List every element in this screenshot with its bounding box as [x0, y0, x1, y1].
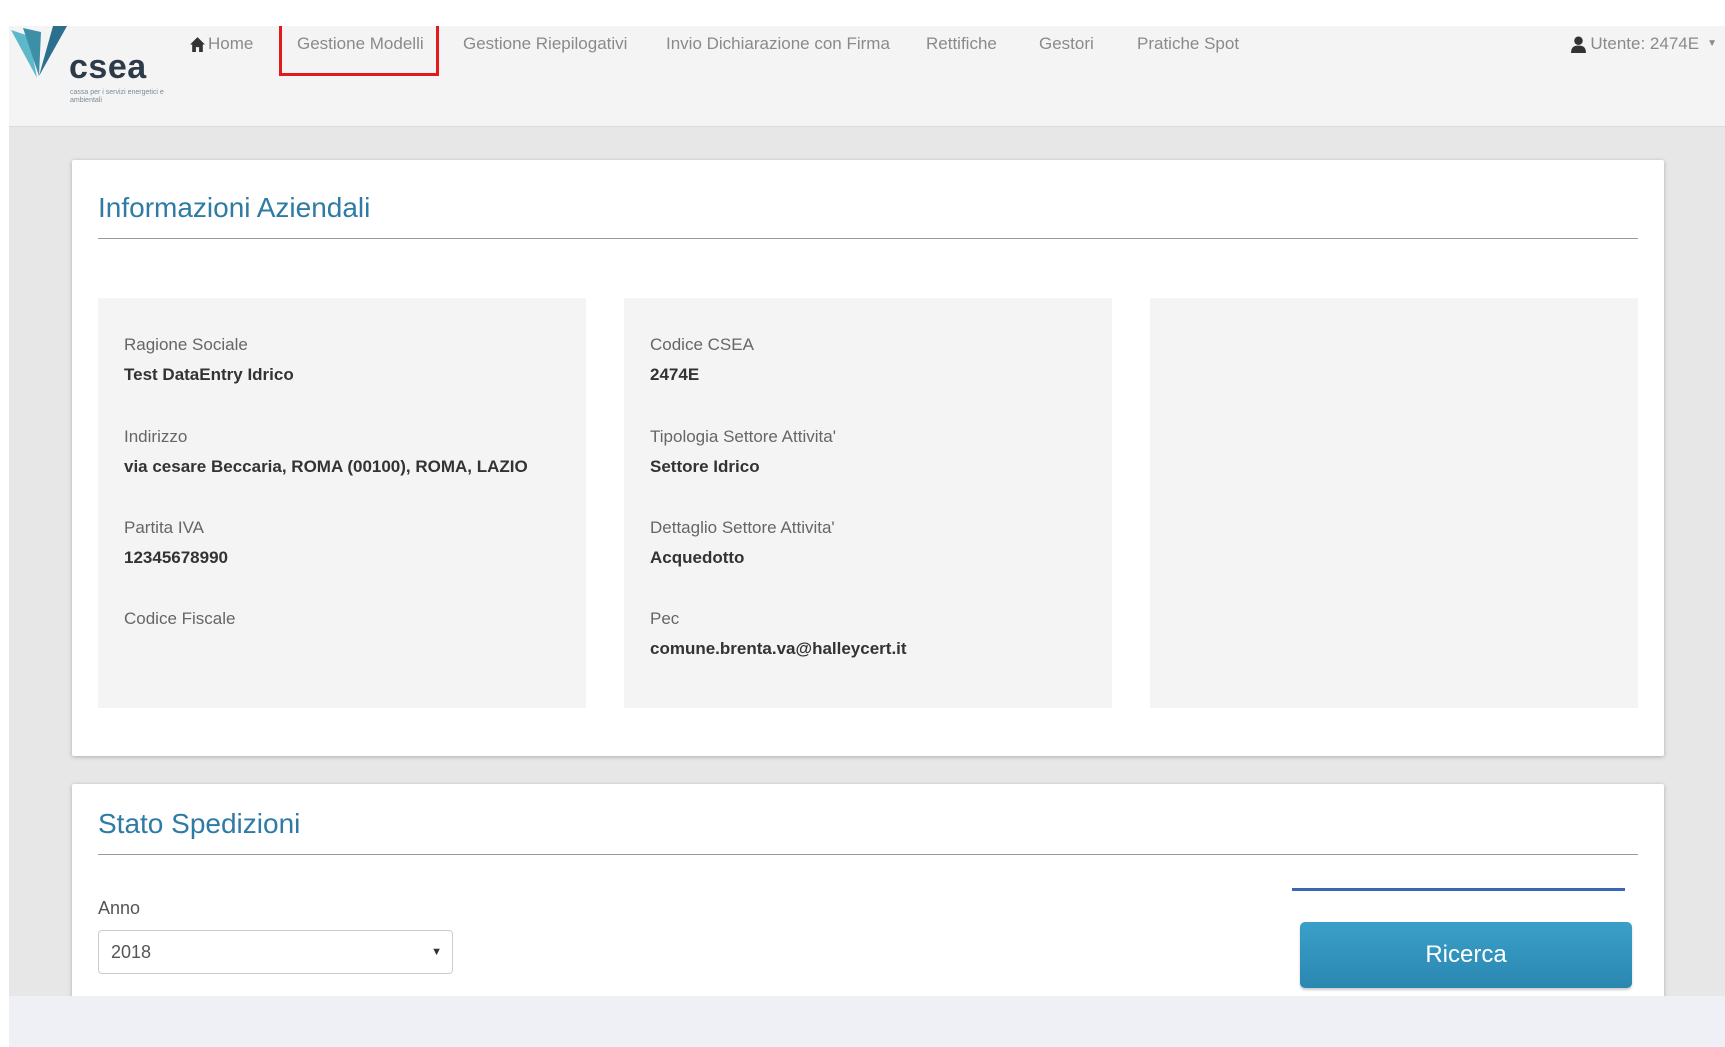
field-ragione-sociale: Ragione Sociale Test DataEntry Idrico: [124, 334, 584, 386]
field-indirizzo: Indirizzo via cesare Beccaria, ROMA (001…: [124, 426, 584, 478]
field-value: Settore Idrico: [650, 457, 760, 476]
nav-invio-dichiarazione[interactable]: Invio Dichiarazione con Firma: [666, 26, 890, 62]
anno-label: Anno: [98, 898, 141, 918]
field-label: Indirizzo: [124, 427, 188, 446]
field-label: Dettaglio Settore Attivita': [650, 518, 835, 537]
divider: [98, 238, 1638, 239]
field-label: Partita IVA: [124, 518, 204, 537]
field-tipologia-settore: Tipologia Settore Attivita' Settore Idri…: [650, 426, 1110, 478]
user-menu[interactable]: Utente: 2474E ▼: [1571, 26, 1717, 62]
user-icon: [1571, 36, 1587, 53]
chevron-down-icon: ▼: [431, 946, 442, 958]
ricerca-button[interactable]: Ricerca: [1300, 922, 1632, 988]
info-column-3: [1150, 298, 1638, 708]
logo-tagline: cassa per i servizi energetici e ambient…: [70, 89, 164, 104]
info-column-1: Ragione Sociale Test DataEntry Idrico In…: [98, 298, 586, 708]
field-value: 12345678990: [124, 548, 229, 567]
nav-home-label: Home: [208, 34, 254, 53]
home-icon: [190, 36, 205, 52]
field-label: Ragione Sociale: [124, 335, 248, 354]
field-label: Codice CSEA: [650, 335, 754, 354]
field-value: 2474E: [650, 365, 700, 384]
field-label: Codice Fiscale: [124, 609, 236, 628]
info-column-2: Codice CSEA 2474E Tipologia Settore Atti…: [624, 298, 1112, 708]
nav-pratiche-spot[interactable]: Pratiche Spot: [1137, 26, 1239, 62]
field-value: Acquedotto: [650, 548, 745, 567]
nav-rettifiche[interactable]: Rettifiche: [926, 26, 997, 62]
top-navbar: csea cassa per i servizi energetici e am…: [9, 26, 1725, 127]
divider: [98, 854, 1638, 855]
logo-wordmark: csea: [69, 48, 147, 86]
spedizioni-panel: Stato Spedizioni Anno 2018 ▼ Ricerca: [72, 784, 1664, 996]
info-panel-title: Informazioni Aziendali: [98, 192, 371, 223]
spedizioni-panel-title: Stato Spedizioni: [98, 808, 301, 839]
logo-mark-icon: [11, 26, 67, 78]
highlight-box: [279, 26, 439, 76]
user-label: Utente: 2474E: [1590, 34, 1700, 53]
field-partita-iva: Partita IVA 12345678990: [124, 517, 584, 569]
anno-select[interactable]: 2018 ▼: [98, 930, 453, 974]
field-dettaglio-settore: Dettaglio Settore Attivita' Acquedotto: [650, 517, 1110, 569]
anno-select-value: 2018: [111, 942, 152, 962]
csea-logo[interactable]: csea cassa per i servizi energetici e am…: [9, 26, 179, 112]
field-codice-fiscale: Codice Fiscale: [124, 608, 584, 638]
field-value: comune.brenta.va@halleycert.it: [650, 639, 907, 658]
nav-home[interactable]: Home: [189, 26, 253, 62]
info-panel: Informazioni Aziendali Ragione Sociale T…: [72, 160, 1664, 756]
field-label: Pec: [650, 609, 680, 628]
app-screen: csea cassa per i servizi energetici e am…: [9, 26, 1725, 996]
nav-gestione-riepilogativi[interactable]: Gestione Riepilogativi: [463, 26, 627, 62]
field-value: Test DataEntry Idrico: [124, 365, 294, 384]
field-pec: Pec comune.brenta.va@halleycert.it: [650, 608, 1110, 660]
field-label: Tipologia Settore Attivita': [650, 427, 836, 446]
field-value: via cesare Beccaria, ROMA (00100), ROMA,…: [124, 457, 528, 476]
nav-gestori[interactable]: Gestori: [1039, 26, 1094, 62]
progress-line: [1292, 888, 1625, 891]
field-codice-csea: Codice CSEA 2474E: [650, 334, 1110, 386]
footer-strip: [9, 996, 1725, 1047]
chevron-down-icon: ▼: [1707, 38, 1717, 49]
